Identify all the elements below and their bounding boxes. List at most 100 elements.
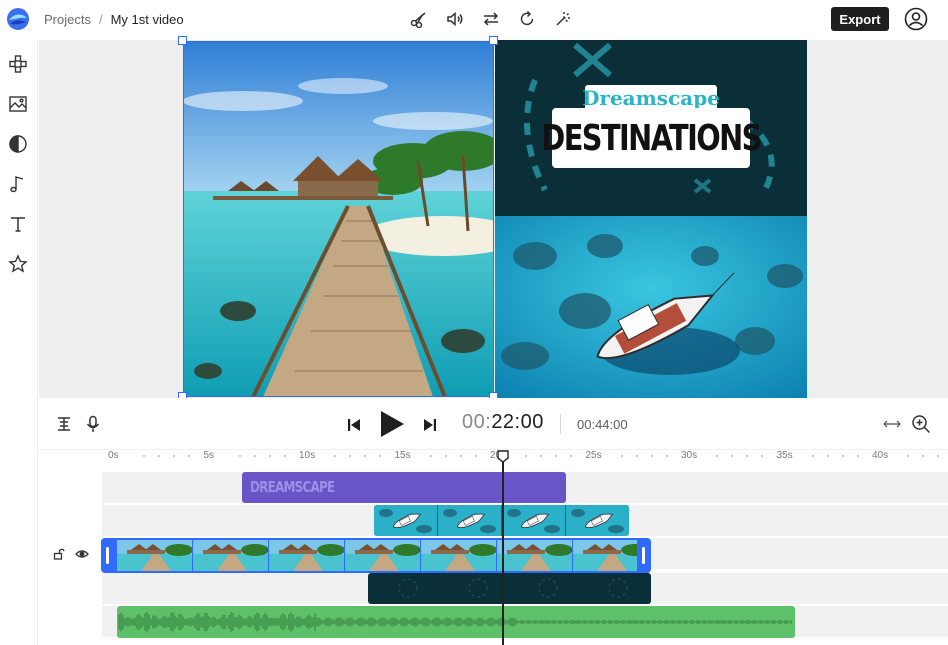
ruler-tick <box>429 455 432 457</box>
ruler-tick <box>364 455 366 457</box>
ruler-tick <box>474 455 477 457</box>
breadcrumb-current-project[interactable]: My 1st video <box>111 12 184 27</box>
fit-timeline-button[interactable] <box>881 414 903 434</box>
ruler-tick <box>570 455 572 457</box>
sidebar-item-elements[interactable] <box>6 52 30 76</box>
captions-button[interactable] <box>53 414 75 434</box>
breadcrumb: Projects / My 1st video <box>44 12 184 27</box>
ruler-tick <box>238 455 241 457</box>
ruler-tick <box>620 455 623 457</box>
playhead-handle[interactable] <box>497 450 509 463</box>
current-time: 00:22:00 <box>462 411 544 434</box>
timeline: 0s5s10s15s20s25s30s35s40s DREAMSCAPE <box>39 450 948 645</box>
main-clip-frame <box>573 540 637 571</box>
boat-clip-frame <box>374 505 438 536</box>
media-icon <box>9 96 27 112</box>
magic-button[interactable] <box>552 8 574 30</box>
current-time-main: 22:00 <box>491 411 544 433</box>
ruler-tick <box>188 455 190 457</box>
ruler-tick <box>716 455 718 457</box>
ruler-tick <box>555 455 557 457</box>
account-icon[interactable] <box>904 7 928 31</box>
total-duration: 00:44:00 <box>577 417 628 432</box>
resize-handle-top-right[interactable] <box>489 36 498 45</box>
voiceover-button[interactable] <box>83 414 103 434</box>
play-button[interactable] <box>377 409 407 439</box>
split-button[interactable] <box>408 8 430 30</box>
ruler-label: 0s <box>108 450 119 461</box>
resize-handle-top-left[interactable] <box>178 36 187 45</box>
text-clip[interactable]: DREAMSCAPE <box>242 472 566 503</box>
track-visibility-button[interactable] <box>74 546 90 562</box>
volume-button[interactable] <box>444 8 466 30</box>
zoom-in-button[interactable] <box>910 413 932 435</box>
trim-handle-left[interactable] <box>106 547 109 564</box>
eye-icon <box>75 550 89 558</box>
ruler-tick <box>540 455 542 457</box>
sidebar-item-audio[interactable] <box>6 172 30 196</box>
app-logo-icon[interactable] <box>6 7 30 31</box>
title-card-clip[interactable] <box>368 573 651 604</box>
skip-forward-button[interactable] <box>420 415 440 435</box>
playhead-line[interactable] <box>502 452 504 645</box>
volume-icon <box>447 11 463 27</box>
sidebar-item-media[interactable] <box>6 92 30 116</box>
clip-title-card[interactable]: Dreamscape DESTINATIONS <box>495 40 807 216</box>
ruler-tick <box>856 455 859 457</box>
ruler-tick <box>922 455 924 457</box>
ruler-tick <box>826 455 829 457</box>
ruler-tick <box>635 455 638 457</box>
boat-clip-frame <box>438 505 502 536</box>
filters-icon <box>9 135 27 153</box>
ruler-tick <box>665 455 668 457</box>
rotate-icon <box>520 10 534 26</box>
ruler-tick <box>459 455 462 457</box>
ruler-label: 40s <box>872 450 889 461</box>
sidebar-item-text[interactable] <box>6 212 30 236</box>
ruler-tick <box>143 455 145 457</box>
time-divider <box>560 414 561 434</box>
clip-boat-image[interactable] <box>495 216 807 398</box>
ruler-tick <box>173 455 175 457</box>
ruler-tick <box>349 455 351 457</box>
ruler-tick <box>283 455 286 457</box>
track-lock-button[interactable] <box>51 546 67 562</box>
breadcrumb-projects-link[interactable]: Projects <box>44 12 91 27</box>
trim-handle-right[interactable] <box>642 547 645 564</box>
microphone-icon <box>86 415 100 432</box>
export-button[interactable]: Export <box>831 7 889 31</box>
skip-back-button[interactable] <box>344 415 364 435</box>
text-clip-label: DREAMSCAPE <box>250 478 335 496</box>
sidebar-item-favorites[interactable] <box>6 252 30 276</box>
main-clip-frame <box>421 540 497 571</box>
ruler-label: 35s <box>776 450 793 461</box>
left-sidebar <box>0 40 38 645</box>
ruler-tick <box>158 455 160 457</box>
sidebar-item-filters[interactable] <box>6 132 30 156</box>
ruler-tick <box>379 455 381 457</box>
main-clip-frame <box>269 540 345 571</box>
ruler-tick <box>253 455 256 457</box>
ruler-label: 10s <box>299 450 316 461</box>
swap-button[interactable] <box>480 8 502 30</box>
ruler-label: 25s <box>585 450 602 461</box>
scissors-icon <box>410 12 426 28</box>
main-video-clip[interactable] <box>101 538 651 573</box>
rotate-button[interactable] <box>516 8 538 30</box>
skip-forward-icon <box>424 419 436 431</box>
ruler-tick <box>444 455 447 457</box>
audio-clip[interactable] <box>117 606 795 638</box>
play-icon <box>381 411 404 437</box>
elements-icon <box>9 55 27 73</box>
main-clip-frame <box>345 540 421 571</box>
unlock-icon <box>53 548 65 560</box>
preview-canvas: Dreamscape DESTINATIONS <box>39 36 948 401</box>
ruler-tick <box>746 455 748 457</box>
timeline-ruler[interactable]: 0s5s10s15s20s25s30s35s40s <box>39 450 948 466</box>
ruler-tick <box>907 455 909 457</box>
magic-wand-icon <box>556 12 570 26</box>
skip-back-icon <box>348 419 360 431</box>
video-editor: Projects / My 1st video Export Dreamscap… <box>0 0 948 645</box>
clip-boardwalk-image[interactable] <box>183 41 494 397</box>
ruler-tick <box>937 455 939 457</box>
